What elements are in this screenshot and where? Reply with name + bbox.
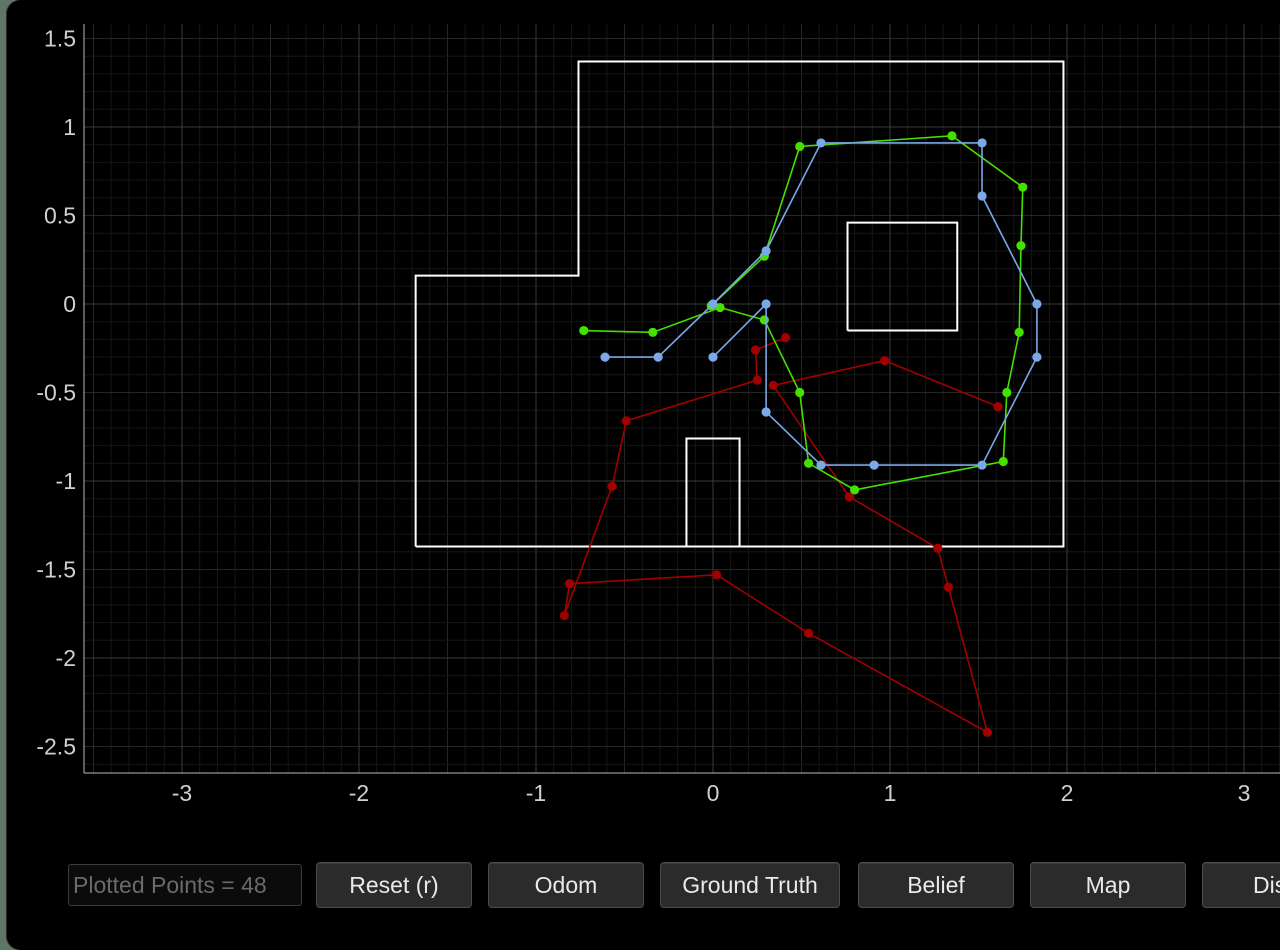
series-point — [653, 352, 663, 362]
y-tick-label: 1 — [63, 114, 76, 140]
series-point — [850, 485, 860, 495]
y-tick-label: -2.5 — [36, 734, 76, 760]
series-point — [768, 380, 778, 391]
y-tick-label: 0 — [63, 291, 76, 317]
distribution-button[interactable]: Dis — [1202, 862, 1280, 908]
map-wall — [846, 221, 959, 332]
x-tick-label: 0 — [707, 780, 720, 806]
y-tick-label: -2 — [56, 645, 76, 671]
belief-button[interactable]: Belief — [858, 862, 1014, 908]
series-point — [943, 582, 954, 592]
series-point — [1018, 182, 1028, 192]
x-tick-label: 2 — [1061, 780, 1074, 806]
ground-truth-button[interactable]: Ground Truth — [660, 862, 840, 908]
x-tick-label: -3 — [172, 780, 192, 806]
series-point — [708, 299, 718, 309]
series-point — [621, 416, 631, 426]
series-point — [933, 543, 943, 553]
series-point — [1014, 327, 1024, 337]
series-point — [1032, 299, 1042, 309]
y-tick-label: 1.5 — [44, 26, 76, 52]
series-point — [869, 460, 879, 470]
x-tick-label: -1 — [526, 780, 546, 806]
series-point — [752, 375, 762, 385]
y-tick-label: -0.5 — [36, 380, 76, 406]
series-point — [998, 456, 1008, 467]
x-tick-label: -2 — [349, 780, 369, 806]
y-tick-label: 0.5 — [44, 203, 76, 229]
series-point — [880, 356, 890, 366]
series-point — [977, 191, 987, 201]
plotted-points-field: Plotted Points = 48 — [68, 864, 302, 906]
series-point — [711, 570, 722, 580]
odom-button[interactable]: Odom — [488, 862, 644, 908]
toolbar: Plotted Points = 48 Reset (r) Odom Groun… — [6, 860, 1280, 916]
series-point — [993, 402, 1003, 412]
series-point — [803, 628, 814, 638]
series-point — [1002, 387, 1012, 398]
y-tick-label: -1 — [56, 468, 76, 494]
series-point — [947, 131, 957, 141]
series-point — [795, 387, 805, 398]
series-point — [559, 610, 569, 621]
x-tick-label: 3 — [1238, 780, 1251, 806]
plot-canvas[interactable]: -3 -2 -1 0 1 2 3 1.5 1 0.5 0 -0.5 -1 -1.5 -2 -2.5 — [6, 0, 1280, 950]
series-point — [1032, 352, 1042, 362]
series-point — [982, 727, 992, 737]
reset-button[interactable]: Reset (r) — [316, 862, 472, 908]
series-point — [565, 579, 575, 589]
series-point — [977, 460, 987, 470]
plotter-window: -3 -2 -1 0 1 2 3 1.5 1 0.5 0 -0.5 -1 -1.5 -2 -2.5 Plott… — [6, 0, 1280, 950]
series-point — [780, 333, 791, 343]
series-point — [761, 246, 771, 256]
series-point — [761, 299, 771, 309]
series-point — [977, 138, 987, 148]
series-point — [648, 327, 658, 337]
series-point — [1016, 240, 1026, 251]
series-point — [600, 352, 610, 362]
series-point — [708, 352, 718, 362]
series-point — [761, 407, 771, 417]
series-point — [759, 315, 769, 325]
y-tick-label: -1.5 — [36, 557, 76, 583]
series-point — [816, 138, 826, 148]
series-point — [816, 460, 826, 470]
series-point — [750, 345, 761, 355]
series-point — [795, 141, 805, 152]
series-point — [803, 458, 814, 468]
series-point — [579, 325, 589, 336]
map-button[interactable]: Map — [1030, 862, 1186, 908]
series-point — [607, 481, 617, 491]
x-tick-label: 1 — [884, 780, 897, 806]
series-line — [563, 336, 999, 734]
